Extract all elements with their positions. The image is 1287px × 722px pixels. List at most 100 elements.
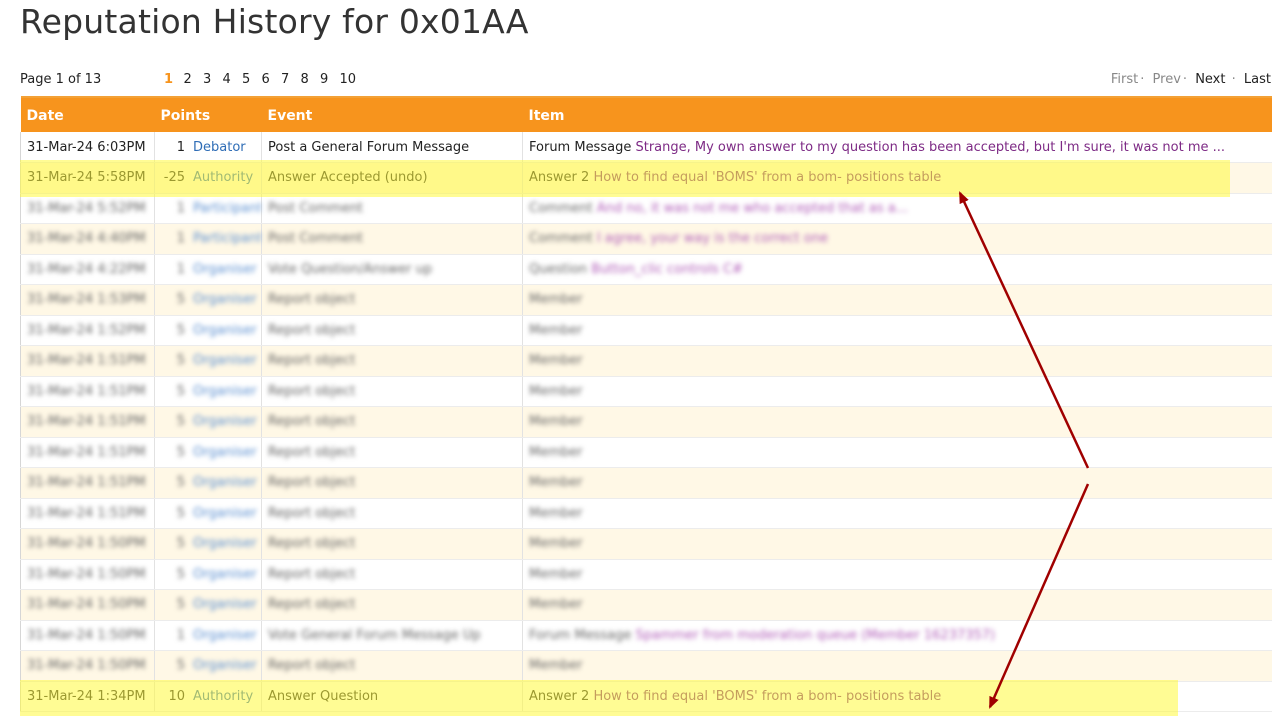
badge-link[interactable]: Organiser (193, 292, 257, 307)
cell-points: -25 Authority (154, 162, 262, 194)
table-row: 31-Mar-24 1:53PM 5 Organiser Report object M… (20, 284, 1272, 316)
item-type: Answer 2 (529, 170, 590, 186)
cell-date: 31-Mar-24 1:51PM (20, 467, 155, 499)
badge-link[interactable]: Organiser (193, 262, 257, 277)
points-value: 5 (176, 566, 185, 582)
badge-link[interactable]: Organiser (193, 567, 257, 582)
page-number-3[interactable]: 3 (203, 72, 223, 87)
page-number-4[interactable]: 4 (223, 72, 243, 87)
cell-date: 31-Mar-24 1:51PM (20, 376, 155, 407)
cell-event: Report object (261, 345, 523, 377)
cell-date: 31-Mar-24 1:50PM (20, 589, 155, 621)
points-value: -25 (163, 170, 185, 186)
item-title-link[interactable]: And no, it was not me who accepted that … (597, 201, 908, 216)
item-type: Member (529, 536, 583, 552)
item-title-link[interactable]: Strange, My own answer to my question ha… (635, 140, 1225, 155)
table-body: 31-Mar-24 6:03PM 1 Debator Post a General F… (20, 132, 1272, 712)
nav-separator: · (1231, 72, 1236, 87)
cell-points: 5 Organiser (154, 498, 262, 529)
cell-event: Answer Accepted (undo) (261, 162, 523, 194)
points-value: 5 (176, 658, 185, 674)
item-type: Member (529, 414, 583, 430)
badge-link[interactable]: Organiser (193, 628, 257, 643)
item-type: Answer 2 (529, 688, 590, 704)
cell-date: 31-Mar-24 5:52PM (20, 193, 155, 224)
badge-link[interactable]: Organiser (193, 445, 257, 460)
cell-item: Forum Message Strange, My own answer to … (522, 132, 1272, 163)
badge-link[interactable]: Organiser (193, 353, 257, 368)
page-title: Reputation History for 0x01AA (20, 2, 529, 41)
badge-link[interactable]: Organiser (193, 597, 257, 612)
badge-link[interactable]: Authority (193, 689, 253, 704)
points-value: 5 (176, 322, 185, 338)
points-value: 10 (168, 688, 185, 704)
badge-link[interactable]: Debator (193, 140, 246, 155)
next-page-link[interactable]: Next (1195, 72, 1225, 87)
prev-page-link: Prev (1152, 72, 1181, 87)
item-type: Member (529, 658, 583, 674)
table-row: 31-Mar-24 1:51PM 5 Organiser Report object M… (20, 498, 1272, 529)
page-number-2[interactable]: 2 (184, 72, 204, 87)
table-row: 31-Mar-24 1:52PM 5 Organiser Report object M… (20, 315, 1272, 346)
page-number-9[interactable]: 9 (320, 72, 340, 87)
item-title-link[interactable]: Button_clic controls C# (591, 262, 743, 277)
table-row: 31-Mar-24 1:50PM 5 Organiser Report object M… (20, 528, 1272, 560)
cell-date: 31-Mar-24 1:51PM (20, 498, 155, 529)
cell-item: Answer 2 How to find equal 'BOMS' from a… (522, 162, 1272, 194)
badge-link[interactable]: Organiser (193, 658, 257, 673)
item-title-link[interactable]: I agree, your way is the correct one (597, 231, 828, 246)
page-number-7[interactable]: 7 (281, 72, 301, 87)
cell-event: Report object (261, 498, 523, 529)
cell-event: Report object (261, 437, 523, 468)
badge-link[interactable]: Organiser (193, 414, 257, 429)
badge-link[interactable]: Participant (193, 201, 262, 216)
cell-points: 5 Organiser (154, 467, 262, 499)
cell-item: Comment I agree, your way is the correct… (522, 223, 1272, 255)
table-row: 31-Mar-24 4:22PM 1 Organiser Vote Question/… (20, 254, 1272, 285)
cell-item: Answer 2 How to find equal 'BOMS' from a… (522, 681, 1272, 712)
item-title-link[interactable]: How to find equal 'BOMS' from a bom- pos… (593, 170, 941, 185)
table-row: 31-Mar-24 1:51PM 5 Organiser Report object M… (20, 437, 1272, 468)
item-title-link[interactable]: Spammer from moderation queue (Member 16… (635, 628, 995, 643)
cell-event: Vote General Forum Message Up (261, 620, 523, 651)
item-title-link[interactable]: How to find equal 'BOMS' from a bom- pos… (593, 689, 941, 704)
badge-link[interactable]: Organiser (193, 506, 257, 521)
page-number-10[interactable]: 10 (340, 72, 360, 87)
points-value: 5 (176, 383, 185, 399)
cell-event: Report object (261, 376, 523, 407)
page-number-6[interactable]: 6 (262, 72, 282, 87)
badge-link[interactable]: Participant (193, 231, 262, 246)
badge-link[interactable]: Authority (193, 170, 253, 185)
item-type: Member (529, 475, 583, 491)
item-type: Member (529, 597, 583, 613)
cell-date: 31-Mar-24 4:40PM (20, 223, 155, 255)
cell-item: Member (522, 315, 1272, 346)
item-type: Forum Message (529, 139, 632, 155)
table-row: 31-Mar-24 1:50PM 5 Organiser Report object M… (20, 650, 1272, 682)
page-number-5[interactable]: 5 (242, 72, 262, 87)
cell-item: Member (522, 406, 1272, 438)
points-value: 5 (176, 444, 185, 460)
page-number-8[interactable]: 8 (301, 72, 321, 87)
nav-separator: · (1182, 72, 1188, 87)
cell-date: 31-Mar-24 1:51PM (20, 437, 155, 468)
cell-points: 5 Organiser (154, 315, 262, 346)
badge-link[interactable]: Organiser (193, 384, 257, 399)
item-type: Comment (529, 231, 593, 247)
last-page-link[interactable]: Last (1244, 72, 1271, 87)
table-row: 31-Mar-24 1:50PM 5 Organiser Report object M… (20, 589, 1272, 621)
points-value: 1 (176, 231, 185, 247)
table-row: 31-Mar-24 6:03PM 1 Debator Post a General F… (20, 132, 1272, 163)
badge-link[interactable]: Organiser (193, 475, 257, 490)
cell-item: Member (522, 498, 1272, 529)
badge-link[interactable]: Organiser (193, 323, 257, 338)
item-type: Member (529, 444, 583, 460)
cell-points: 5 Organiser (154, 284, 262, 316)
badge-link[interactable]: Organiser (193, 536, 257, 551)
cell-points: 1 Participant (154, 223, 262, 255)
cell-event: Report object (261, 315, 523, 346)
column-header-event: Event (261, 96, 523, 132)
points-value: 1 (176, 139, 185, 155)
page-number-1[interactable]: 1 (164, 72, 184, 87)
points-value: 1 (176, 261, 185, 277)
